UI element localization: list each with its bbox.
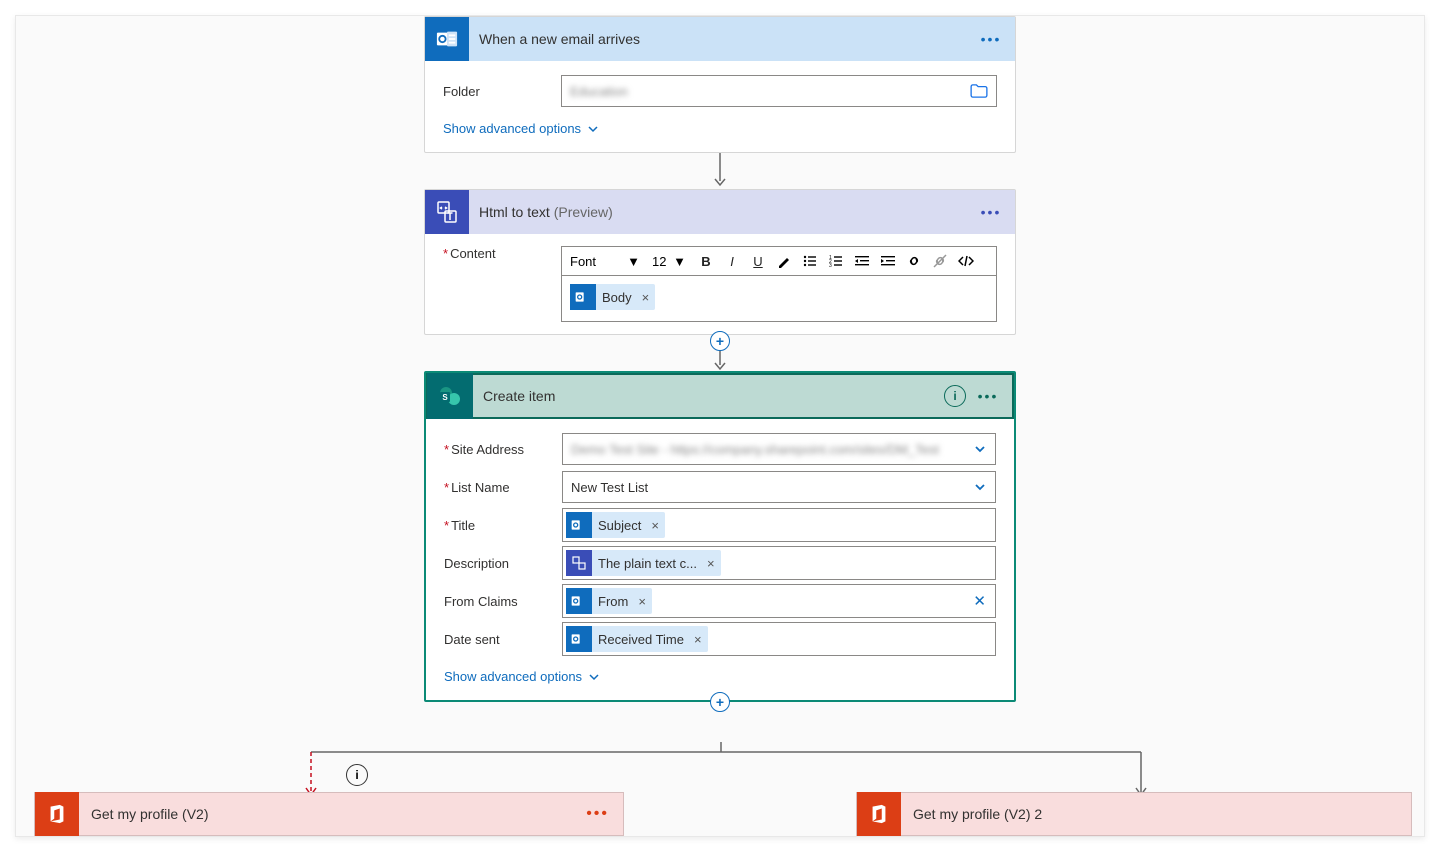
italic-button[interactable]: I bbox=[720, 249, 744, 273]
branch-step-get-profile-1[interactable]: Get my profile (V2) ••• bbox=[34, 792, 624, 836]
dynamic-token-plaintext[interactable]: The plain text c... × bbox=[566, 550, 721, 576]
step-header[interactable]: Html to text (Preview) ••• bbox=[425, 190, 1015, 234]
step-menu-button[interactable]: ••• bbox=[572, 805, 623, 823]
flow-canvas: When a new email arrives ••• Folder Educ… bbox=[15, 15, 1425, 837]
title-label: Title bbox=[444, 518, 562, 533]
dynamic-token-received-time[interactable]: Received Time × bbox=[566, 626, 708, 652]
font-family-select[interactable]: Font▼ bbox=[566, 249, 646, 273]
site-address-select[interactable]: Demo Test Site - https://company.sharepo… bbox=[562, 433, 996, 465]
step-menu-button[interactable]: ••• bbox=[977, 204, 1005, 220]
step-html-to-text: Html to text (Preview) ••• Content Font▼… bbox=[424, 189, 1016, 335]
unlink-button[interactable] bbox=[928, 249, 952, 273]
list-name-select[interactable]: New Test List bbox=[562, 471, 996, 503]
step-title: Html to text (Preview) bbox=[469, 204, 977, 220]
office-icon bbox=[857, 792, 901, 836]
code-view-button[interactable] bbox=[954, 249, 978, 273]
sharepoint-icon: S bbox=[427, 373, 473, 419]
folder-label: Folder bbox=[443, 84, 561, 99]
description-label: Description bbox=[444, 556, 562, 571]
content-label: Content bbox=[443, 246, 561, 261]
outlook-icon bbox=[425, 17, 469, 61]
connector-arrow: + bbox=[424, 702, 1016, 722]
clear-field-button[interactable]: ✕ bbox=[967, 592, 992, 610]
chevron-down-icon bbox=[973, 480, 987, 494]
branch-title: Get my profile (V2) 2 bbox=[901, 806, 1411, 822]
outlook-icon bbox=[566, 588, 592, 614]
remove-token-button[interactable]: × bbox=[632, 594, 652, 609]
show-advanced-toggle[interactable]: Show advanced options bbox=[443, 111, 997, 142]
font-size-select[interactable]: 12▼ bbox=[648, 249, 692, 273]
branch-title: Get my profile (V2) bbox=[79, 806, 572, 822]
from-claims-label: From Claims bbox=[444, 594, 562, 609]
connector-arrow: + bbox=[424, 335, 1016, 371]
description-input[interactable]: The plain text c... × bbox=[562, 546, 996, 580]
from-claims-input[interactable]: From × ✕ bbox=[562, 584, 996, 618]
underline-button[interactable]: U bbox=[746, 249, 770, 273]
office-icon bbox=[35, 792, 79, 836]
number-list-button[interactable]: 123 bbox=[824, 249, 848, 273]
title-input[interactable]: Subject × bbox=[562, 508, 996, 542]
outlook-icon bbox=[566, 512, 592, 538]
step-header[interactable]: S Create item i ••• bbox=[426, 373, 1014, 419]
add-action-button[interactable]: + bbox=[710, 692, 730, 712]
bold-button[interactable]: B bbox=[694, 249, 718, 273]
connector-arrow bbox=[424, 153, 1016, 189]
step-title: When a new email arrives bbox=[469, 31, 977, 47]
date-sent-label: Date sent bbox=[444, 632, 562, 647]
info-icon[interactable]: i bbox=[944, 385, 966, 407]
svg-text:3: 3 bbox=[829, 263, 832, 268]
html-to-text-icon bbox=[566, 550, 592, 576]
remove-token-button[interactable]: × bbox=[645, 518, 665, 533]
remove-token-button[interactable]: × bbox=[688, 632, 708, 647]
content-input[interactable]: Body × bbox=[561, 276, 997, 322]
folder-picker-icon[interactable] bbox=[970, 84, 988, 98]
svg-text:S: S bbox=[442, 393, 448, 402]
step-email-trigger: When a new email arrives ••• Folder Educ… bbox=[424, 16, 1016, 153]
step-title: Create item bbox=[473, 388, 944, 404]
remove-token-button[interactable]: × bbox=[701, 556, 721, 571]
bullet-list-button[interactable] bbox=[798, 249, 822, 273]
link-button[interactable] bbox=[902, 249, 926, 273]
indent-button[interactable] bbox=[876, 249, 900, 273]
rich-text-toolbar: Font▼ 12▼ B I U 123 bbox=[561, 246, 997, 276]
remove-token-button[interactable]: × bbox=[636, 290, 656, 305]
chevron-down-icon bbox=[973, 442, 987, 456]
dynamic-token-subject[interactable]: Subject × bbox=[566, 512, 665, 538]
outlook-icon bbox=[566, 626, 592, 652]
show-advanced-toggle[interactable]: Show advanced options bbox=[444, 659, 996, 690]
step-menu-button[interactable]: ••• bbox=[974, 388, 1002, 404]
branch-step-get-profile-2[interactable]: Get my profile (V2) 2 bbox=[856, 792, 1412, 836]
outdent-button[interactable] bbox=[850, 249, 874, 273]
outlook-icon bbox=[570, 284, 596, 310]
step-menu-button[interactable]: ••• bbox=[977, 31, 1005, 47]
step-header[interactable]: When a new email arrives ••• bbox=[425, 17, 1015, 61]
add-action-button[interactable]: + bbox=[710, 331, 730, 351]
dynamic-token-from[interactable]: From × bbox=[566, 588, 652, 614]
step-create-item: S Create item i ••• Site Address Demo Te… bbox=[424, 371, 1016, 702]
dynamic-token-body[interactable]: Body × bbox=[570, 284, 655, 310]
list-name-label: List Name bbox=[444, 480, 562, 495]
highlight-button[interactable] bbox=[772, 249, 796, 273]
date-sent-input[interactable]: Received Time × bbox=[562, 622, 996, 656]
html-to-text-icon bbox=[425, 190, 469, 234]
site-address-label: Site Address bbox=[444, 442, 562, 457]
folder-input[interactable]: Education bbox=[561, 75, 997, 107]
